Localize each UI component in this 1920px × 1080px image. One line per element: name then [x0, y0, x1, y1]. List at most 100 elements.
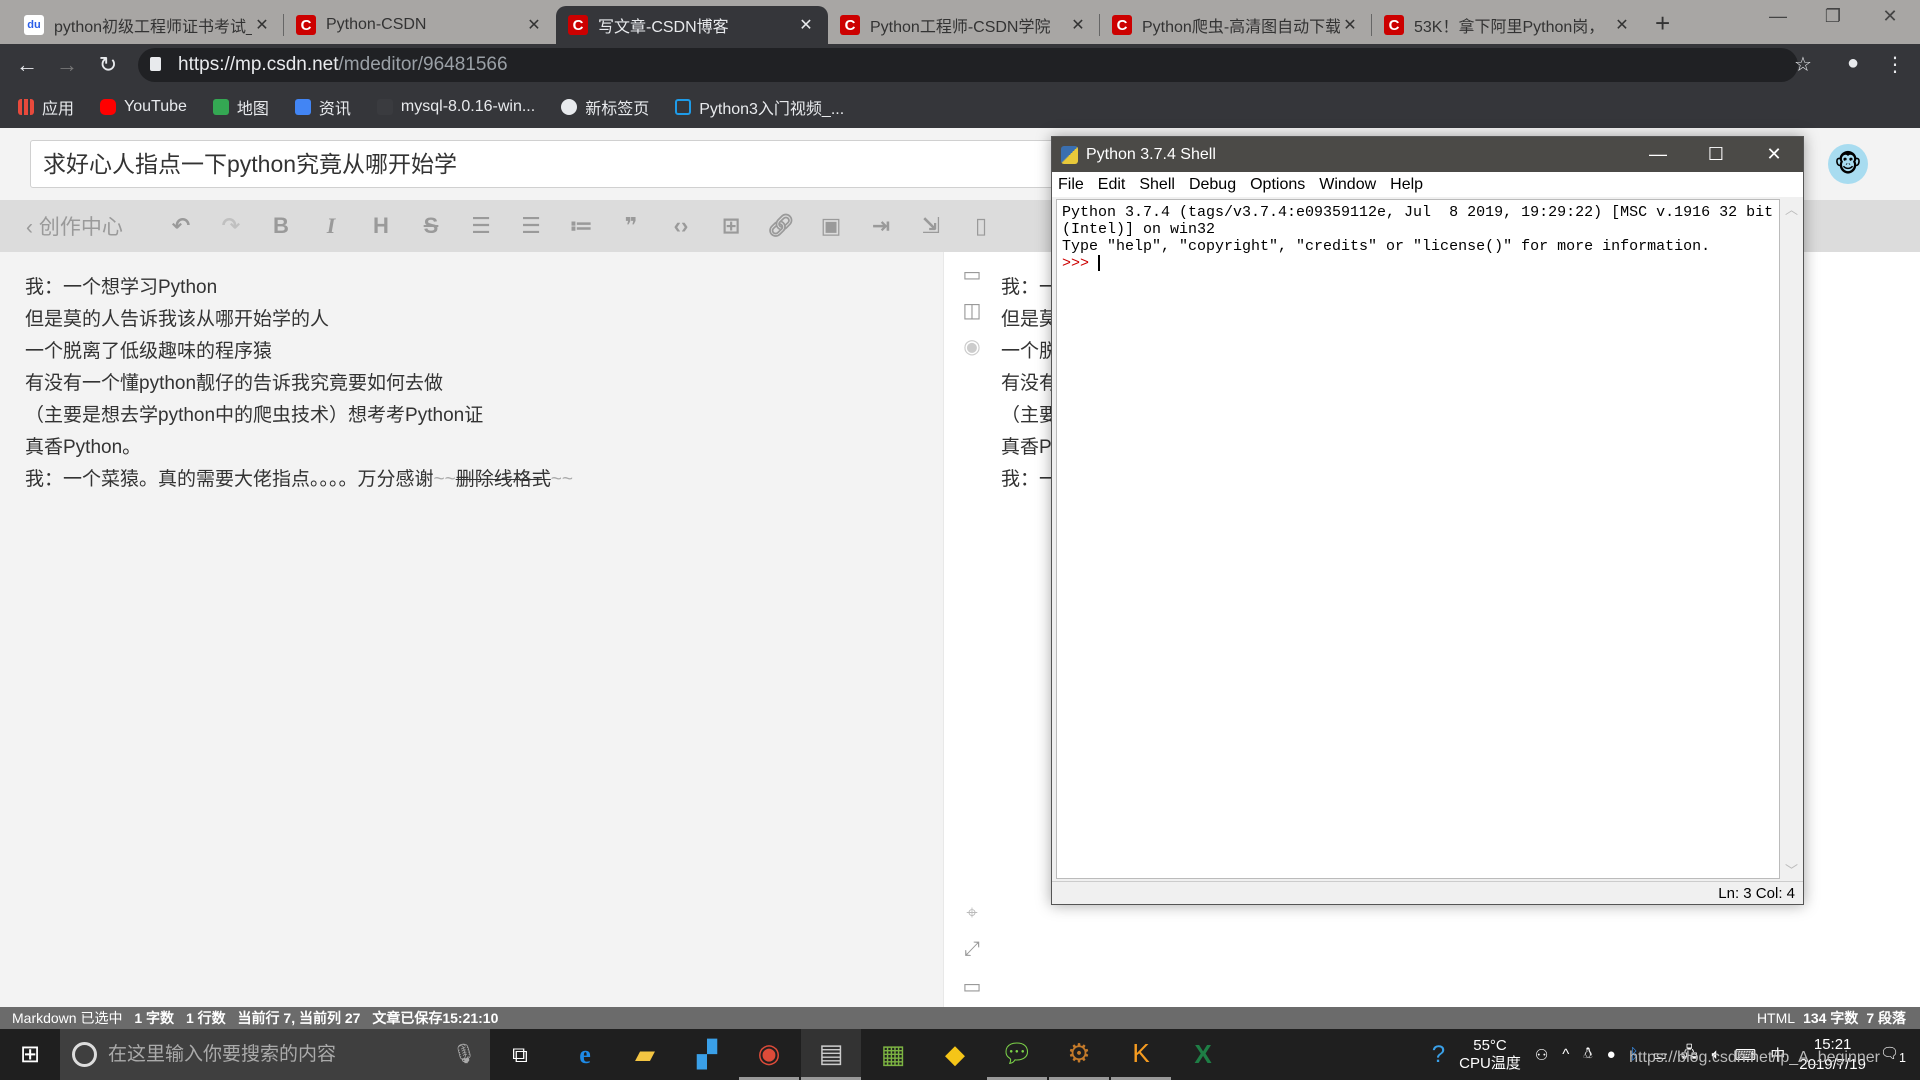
back-to-creation-center[interactable]: ‹ 创作中心: [26, 211, 156, 241]
minimize-icon[interactable]: —: [1758, 6, 1798, 27]
table-icon[interactable]: ⊞: [706, 213, 756, 239]
browser-tab[interactable]: C Python-CSDN ✕: [284, 6, 556, 44]
bookmark-news[interactable]: 资讯: [294, 95, 351, 119]
excel-icon[interactable]: X: [1173, 1029, 1233, 1080]
user-avatar[interactable]: 🐵: [1828, 144, 1868, 184]
shell-status-bar: Ln: 3 Col: 4: [1052, 881, 1803, 904]
forward-icon[interactable]: →: [52, 52, 82, 78]
microphone-icon[interactable]: 🎙︎: [452, 1029, 476, 1080]
close-tab-icon[interactable]: ✕: [796, 15, 816, 35]
browser-tab[interactable]: du python初级工程师证书考试_ ✕: [12, 6, 284, 44]
windows-start-icon[interactable]: ⊞: [0, 1029, 60, 1080]
shell-maximize-icon[interactable]: ☐: [1687, 137, 1745, 172]
help-icon[interactable]: ?: [1432, 1041, 1445, 1069]
scroll-down-icon[interactable]: ﹀: [1782, 860, 1801, 879]
bold-icon[interactable]: B: [256, 213, 306, 239]
edge-icon[interactable]: e: [555, 1029, 615, 1080]
menu-window[interactable]: Window: [1319, 172, 1376, 197]
notifications-icon[interactable]: 🗨︎1: [1880, 1044, 1906, 1065]
maps-icon: [212, 99, 229, 115]
csdn-favicon-icon: C: [840, 15, 860, 35]
menu-debug[interactable]: Debug: [1189, 172, 1236, 197]
shell-scrollbar[interactable]: ︿ ﹀: [1782, 199, 1801, 879]
url-input[interactable]: https://mp.csdn.net/mdeditor/96481566: [138, 48, 1798, 82]
close-tab-icon[interactable]: ✕: [1340, 15, 1360, 35]
code-icon[interactable]: ‹›: [656, 213, 706, 239]
python-idle-taskbar-icon[interactable]: ▤: [801, 1029, 861, 1080]
ordered-list-icon[interactable]: ☰: [506, 213, 556, 239]
restore-icon[interactable]: ❐: [1813, 6, 1853, 27]
chrome-icon[interactable]: ◉: [739, 1029, 799, 1080]
scroll-up-icon[interactable]: ︿: [1782, 199, 1801, 218]
youtube-icon: [100, 99, 117, 115]
markdown-editor[interactable]: 我：一个想学习Python 但是莫的人告诉我该从哪开始学的人 一个脱离了低级趣味…: [0, 252, 943, 1007]
close-window-icon[interactable]: ✕: [1870, 6, 1910, 27]
article-title-input[interactable]: 求好心人指点一下python究竟从哪开始学: [30, 140, 1130, 188]
bookmark-python-video[interactable]: Python3入门视频_...: [675, 95, 844, 119]
heading-icon[interactable]: H: [356, 213, 406, 239]
menu-icon[interactable]: ⋮: [1880, 52, 1910, 77]
shell-minimize-icon[interactable]: —: [1629, 137, 1687, 172]
preview-eye-icon[interactable]: ◉: [960, 334, 984, 358]
menu-file[interactable]: File: [1058, 172, 1084, 197]
app-icon-yellow[interactable]: ◆: [925, 1029, 985, 1080]
export-icon[interactable]: ⇲: [906, 213, 956, 239]
back-icon[interactable]: ←: [12, 52, 42, 78]
cpu-temp[interactable]: 55°C CPU温度: [1459, 1037, 1521, 1073]
bookmark-mysql[interactable]: mysql-8.0.16-win...: [376, 98, 535, 116]
shell-close-icon[interactable]: ✕: [1745, 137, 1803, 172]
close-tab-icon[interactable]: ✕: [1068, 15, 1088, 35]
file-explorer-icon[interactable]: ▰: [615, 1029, 675, 1080]
browser-tab[interactable]: C Python工程师-CSDN学院 ✕: [828, 6, 1100, 44]
bookmark-maps[interactable]: 地图: [212, 95, 269, 119]
taskbar-search-box[interactable]: 在这里输入你要搜索的内容 🎙︎: [60, 1029, 490, 1080]
presentation-icon[interactable]: ▭: [960, 974, 984, 998]
strikethrough-icon[interactable]: S: [406, 213, 456, 239]
account-icon[interactable]: ●: [1838, 52, 1868, 75]
link-icon[interactable]: 🔗︎: [756, 213, 806, 239]
menu-options[interactable]: Options: [1250, 172, 1305, 197]
import-icon[interactable]: ⇥: [856, 213, 906, 239]
preview-line: 有没有: [1001, 373, 1059, 394]
show-hidden-icons[interactable]: ^: [1562, 1046, 1569, 1063]
sync-scroll-icon[interactable]: ⌖: [960, 902, 984, 924]
quote-icon[interactable]: ❞: [606, 213, 656, 239]
shell-titlebar[interactable]: Python 3.7.4 Shell — ☐ ✕: [1052, 137, 1803, 172]
undo-icon[interactable]: ↶: [156, 213, 206, 239]
fullscreen-icon[interactable]: ⤢: [960, 938, 984, 960]
split-view-icon[interactable]: ◫: [960, 298, 984, 322]
bookmark-youtube[interactable]: YouTube: [100, 98, 187, 116]
menu-edit[interactable]: Edit: [1098, 172, 1126, 197]
italic-icon[interactable]: I: [306, 213, 356, 239]
bookmark-new-tab[interactable]: 新标签页: [561, 95, 649, 119]
notepad-icon[interactable]: ▦: [863, 1029, 923, 1080]
browser-tab[interactable]: C 53K！拿下阿里Python岗， ✕: [1372, 6, 1644, 44]
single-column-icon[interactable]: ▭: [960, 262, 984, 286]
close-tab-icon[interactable]: ✕: [1612, 15, 1632, 35]
shell-text-area[interactable]: Python 3.7.4 (tags/v3.7.4:e09359112e, Ju…: [1056, 199, 1780, 879]
close-tab-icon[interactable]: ✕: [252, 15, 272, 35]
menu-help[interactable]: Help: [1390, 172, 1423, 197]
javaee-ide-icon[interactable]: ⚙: [1049, 1029, 1109, 1080]
task-view-icon[interactable]: ⧉: [490, 1029, 550, 1080]
new-tab-button[interactable]: +: [1655, 8, 1670, 39]
checklist-icon[interactable]: ≔: [556, 213, 606, 239]
redo-icon[interactable]: ↷: [206, 213, 256, 239]
wechat-icon[interactable]: 💬︎: [987, 1029, 1047, 1080]
catalog-icon[interactable]: ▯: [956, 213, 1006, 239]
menu-shell[interactable]: Shell: [1139, 172, 1175, 197]
image-icon[interactable]: ▣: [806, 213, 856, 239]
reload-icon[interactable]: ↻: [93, 52, 123, 78]
people-icon[interactable]: ⚇: [1535, 1046, 1548, 1064]
b6-icon[interactable]: ●: [1607, 1046, 1616, 1063]
kingsoft-icon[interactable]: K: [1111, 1029, 1171, 1080]
bookmark-star-icon[interactable]: ☆: [1788, 52, 1818, 77]
chevron-left-icon: ‹: [26, 216, 39, 239]
browser-tab-active[interactable]: C 写文章-CSDN博客 ✕: [556, 6, 828, 44]
qq-icon[interactable]: 🐧︎: [1583, 1045, 1592, 1064]
unordered-list-icon[interactable]: ☰: [456, 213, 506, 239]
bookmark-apps[interactable]: 应用: [18, 95, 74, 119]
close-tab-icon[interactable]: ✕: [524, 15, 544, 35]
computer-icon[interactable]: ▞: [677, 1029, 737, 1080]
browser-tab[interactable]: C Python爬虫-高清图自动下载 ✕: [1100, 6, 1372, 44]
